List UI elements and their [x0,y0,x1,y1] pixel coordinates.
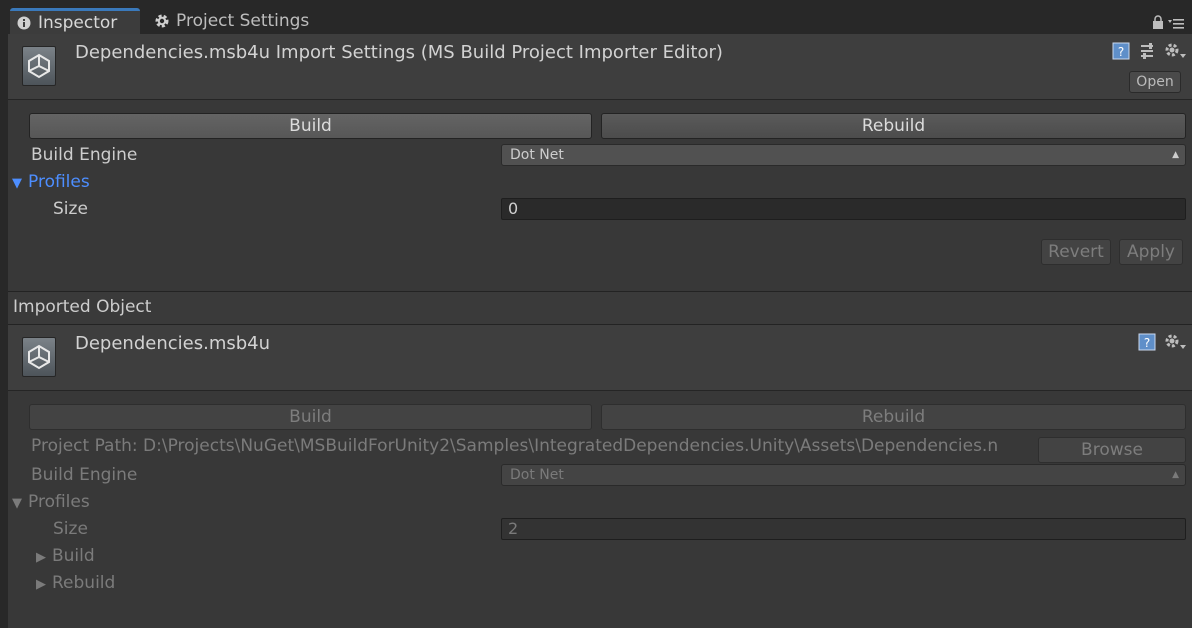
menu-icon[interactable] [1168,14,1184,33]
build-engine-value: Dot Net [510,147,564,163]
size-label: Size [53,199,88,219]
build-button[interactable]: Build [29,113,592,139]
imported-build-engine-label: Build Engine [31,465,138,485]
tab-project-settings[interactable]: Project Settings [148,8,328,34]
imported-profiles-label: Profiles [28,492,90,512]
profile-item-build[interactable]: ▶ Build [36,546,95,566]
svg-text:?: ? [1118,45,1124,59]
imported-build-engine-dropdown[interactable]: Dot Net ▲ [501,464,1186,486]
tab-inspector-label: Inspector [38,12,118,33]
gear-icon [154,13,170,29]
project-path-label: Project Path: [31,436,138,456]
importer-title: Dependencies.msb4u Import Settings (MS B… [75,42,723,63]
imported-build-engine-value: Dot Net [510,467,564,483]
imported-title: Dependencies.msb4u [75,333,271,354]
browse-button[interactable]: Browse [1038,437,1186,463]
profiles-label: Profiles [28,172,90,192]
tab-bar-controls [1152,14,1184,33]
imported-build-button[interactable]: Build [29,404,592,430]
window-tab-bar: Inspector Project Settings [0,0,1192,34]
imported-profiles-foldout[interactable]: ▼ Profiles [12,492,90,512]
imported-size-label: Size [53,519,88,539]
profile-item-label: Rebuild [52,573,116,593]
size-field[interactable]: 0 [501,198,1186,220]
imported-object-bar: Imported Object [8,291,1192,325]
help-icon[interactable]: ? [1138,333,1156,355]
settings-gear-icon[interactable] [1164,42,1186,64]
foldout-collapsed-icon: ▶ [36,577,46,592]
imported-header: Dependencies.msb4u ? [8,325,1192,391]
foldout-expanded-icon: ▼ [12,496,22,511]
open-button[interactable]: Open [1129,71,1181,93]
profile-item-rebuild[interactable]: ▶ Rebuild [36,573,115,593]
importer-header: Dependencies.msb4u Import Settings (MS B… [8,34,1192,100]
left-dock-edge [0,34,8,628]
project-path-value: D:\Projects\NuGet\MSBuildForUnity2\Sampl… [143,436,999,456]
build-engine-label: Build Engine [31,145,138,165]
project-path-row: Project Path: D:\Projects\NuGet\MSBuildF… [31,436,1031,456]
tab-project-settings-label: Project Settings [176,11,310,31]
preset-icon[interactable] [1138,42,1156,64]
unity-asset-icon [22,337,56,377]
lock-icon[interactable] [1152,14,1164,33]
imported-object-label: Imported Object [13,297,152,317]
apply-button[interactable]: Apply [1119,239,1183,265]
imported-rebuild-button[interactable]: Rebuild [601,404,1186,430]
svg-text:?: ? [1144,336,1150,350]
build-engine-dropdown[interactable]: Dot Net ▲ [501,144,1186,166]
revert-button[interactable]: Revert [1041,239,1111,265]
settings-gear-icon[interactable] [1164,333,1186,355]
foldout-expanded-icon: ▼ [12,176,22,191]
rebuild-button[interactable]: Rebuild [601,113,1186,139]
imported-size-field[interactable]: 2 [501,518,1186,540]
header-icons: ? [1138,333,1186,355]
dropdown-arrows-icon: ▲ [1172,470,1179,480]
profile-item-label: Build [52,546,95,566]
header-icons: ? [1112,42,1186,64]
tab-inspector[interactable]: Inspector [10,8,140,34]
info-icon [16,15,32,31]
dropdown-arrows-icon: ▲ [1172,150,1179,160]
help-icon[interactable]: ? [1112,42,1130,64]
foldout-collapsed-icon: ▶ [36,550,46,565]
unity-asset-icon [22,46,56,86]
profiles-foldout[interactable]: ▼ Profiles [12,172,90,192]
